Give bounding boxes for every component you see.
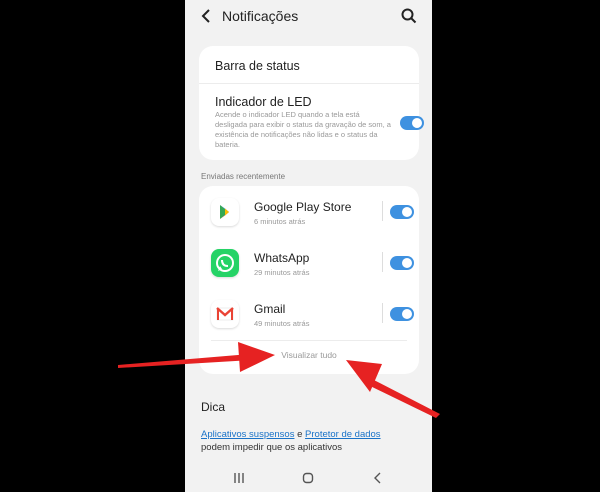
- tip-text: Aplicativos suspensos e Protetor de dado…: [201, 428, 401, 454]
- led-indicator-label[interactable]: Indicador de LED: [215, 95, 312, 109]
- app-time: 49 minutos atrás: [254, 319, 310, 328]
- gmail-icon: [211, 300, 239, 328]
- annotation-arrows: [118, 342, 440, 418]
- left-red-arrow: [118, 342, 275, 372]
- navigation-bar: [185, 466, 432, 492]
- app-name: Google Play Store: [254, 200, 352, 214]
- app-name: Gmail: [254, 302, 286, 316]
- divider: [382, 303, 383, 323]
- app-time: 6 minutos atrás: [254, 217, 306, 226]
- back-arrow-icon[interactable]: [199, 6, 213, 26]
- whatsapp-toggle[interactable]: [390, 256, 414, 270]
- google-play-toggle[interactable]: [390, 205, 414, 219]
- data-protector-link[interactable]: Protetor de dados: [305, 429, 381, 440]
- led-indicator-toggle[interactable]: [400, 116, 424, 130]
- google-play-icon: [211, 198, 239, 226]
- app-bar: Notificações: [185, 0, 432, 36]
- led-indicator-description: Acende o indicador LED quando a tela est…: [215, 110, 391, 149]
- back-nav-icon[interactable]: [372, 472, 384, 487]
- tip-connector: e: [294, 429, 306, 440]
- whatsapp-icon: [211, 249, 239, 277]
- list-item-whatsapp[interactable]: WhatsApp 29 minutos atrás: [199, 237, 419, 287]
- home-icon[interactable]: [302, 472, 314, 487]
- divider: [382, 201, 383, 221]
- section-label-recent: Enviadas recentemente: [201, 172, 286, 181]
- app-time: 29 minutos atrás: [254, 268, 310, 277]
- app-name: WhatsApp: [254, 251, 310, 265]
- page-title: Notificações: [222, 8, 299, 24]
- divider: [199, 83, 419, 84]
- settings-card: Barra de status Indicador de LED Acende …: [199, 46, 424, 160]
- tip-rest: podem impedir que os aplicativos: [201, 442, 342, 453]
- recent-apps-icon[interactable]: [233, 472, 245, 487]
- list-item-google-play[interactable]: Google Play Store 6 minutos atrás: [199, 186, 419, 236]
- divider: [382, 252, 383, 272]
- status-bar-item[interactable]: Barra de status: [215, 59, 300, 73]
- search-icon[interactable]: [400, 7, 418, 25]
- right-red-arrow: [346, 360, 440, 418]
- suspended-apps-link[interactable]: Aplicativos suspensos: [201, 429, 294, 440]
- gmail-toggle[interactable]: [390, 307, 414, 321]
